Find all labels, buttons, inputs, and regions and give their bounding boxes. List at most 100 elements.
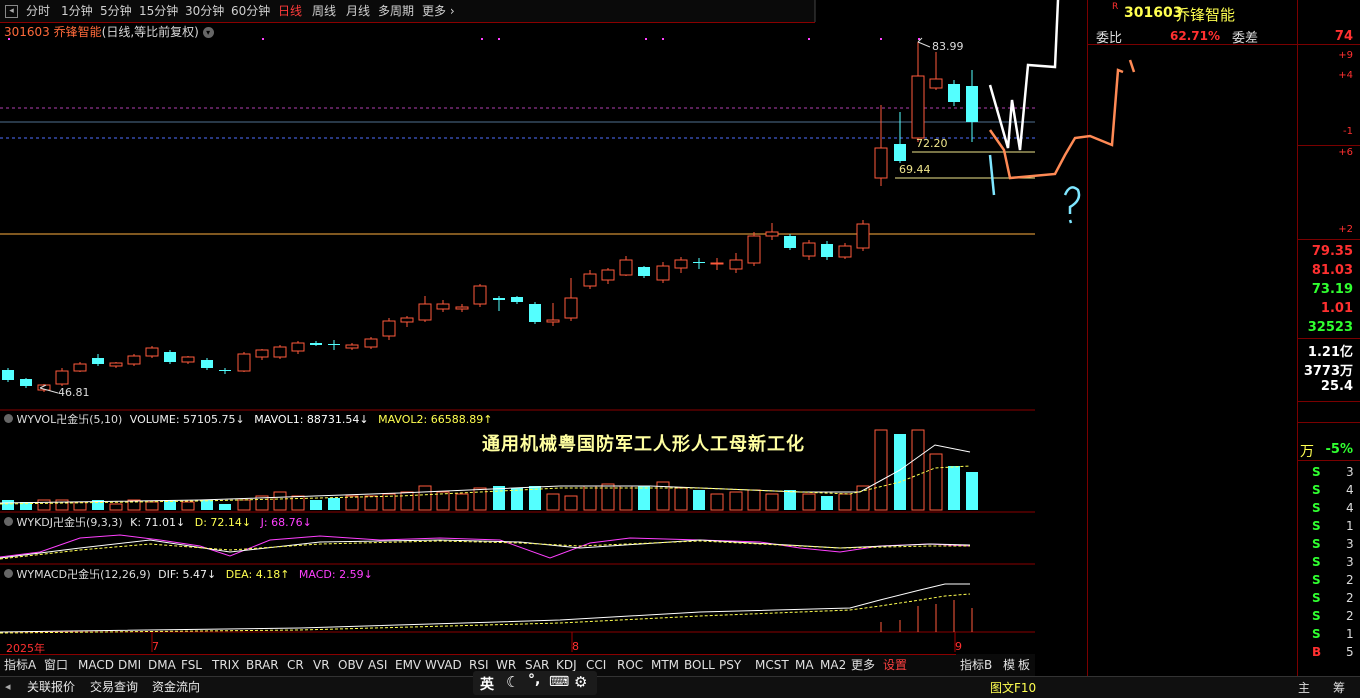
- tab-template-2[interactable]: 板: [1018, 655, 1030, 675]
- indicator-tab-10[interactable]: OBV: [338, 655, 364, 675]
- indicator-tab-21[interactable]: BOLL: [684, 655, 715, 675]
- keyboard-icon[interactable]: ⌨: [549, 674, 569, 690]
- volume-bar: [310, 500, 322, 510]
- fund-flow-button[interactable]: 资金流向: [152, 677, 200, 697]
- kdj-j-line: [0, 534, 971, 559]
- candle-body: [400, 317, 414, 323]
- indicator-tab-20[interactable]: MTM: [651, 655, 679, 675]
- macd-value: MACD: 2.59↓: [298, 568, 373, 581]
- high-price: 81.03: [1311, 263, 1353, 278]
- candle-body: [418, 303, 432, 321]
- volume-bar: [201, 500, 213, 510]
- volume-bar: [55, 499, 69, 511]
- date-month-7: 7: [152, 640, 159, 653]
- indicator-tab-4[interactable]: DMA: [148, 655, 176, 675]
- volume-bar: [145, 501, 159, 511]
- tick-plus2: +2: [1338, 224, 1353, 235]
- indicator-tab-8[interactable]: CR: [287, 655, 304, 675]
- volume-bar: [929, 453, 943, 511]
- mavol2-value: MAVOL2: 66588.89↑: [378, 413, 493, 426]
- dif-value: DIF: 5.47↓: [158, 568, 217, 581]
- volume-bar: [493, 486, 505, 510]
- trade-side: S: [1312, 501, 1321, 515]
- indicator-tab-2[interactable]: MACD: [78, 655, 114, 675]
- volume-bar: [109, 503, 123, 511]
- punctuation-icon[interactable]: °,: [528, 672, 540, 688]
- concept-text: 通用机械粤国防军工人形人工母新工化: [482, 434, 805, 455]
- indicator-tab-26[interactable]: 更多: [851, 655, 875, 675]
- status-arrow-icon[interactable]: ◂: [5, 680, 11, 693]
- k-value: K: 71.01↓: [130, 516, 186, 529]
- indicator-tab-9[interactable]: VR: [313, 655, 330, 675]
- candle-body: [310, 343, 322, 345]
- trade-side: S: [1312, 537, 1321, 551]
- volume-bar: [802, 493, 816, 511]
- chevron-down-icon[interactable]: [4, 414, 13, 423]
- indicator-tab-5[interactable]: FSL: [181, 655, 202, 675]
- volume-value-panel: 32523: [1307, 320, 1353, 335]
- volume-bar: [784, 490, 796, 510]
- candle-body: [529, 304, 541, 322]
- pe-value: 25.4: [1320, 379, 1353, 394]
- trade-qty: 1: [1346, 627, 1354, 641]
- f10-info-button[interactable]: 图文F10: [990, 679, 1036, 696]
- indicator-tab-1[interactable]: 窗口: [44, 655, 68, 675]
- trade-side: S: [1312, 609, 1321, 623]
- moon-icon[interactable]: ☾: [506, 673, 519, 691]
- tick-plus6: +6: [1338, 147, 1353, 158]
- trade-query-button[interactable]: 交易查询: [90, 677, 138, 697]
- candle-body: [73, 363, 87, 372]
- volume-bar: [219, 504, 231, 510]
- indicator-tab-0[interactable]: 指标A: [4, 655, 36, 675]
- linked-quote-button[interactable]: 关联报价: [27, 677, 75, 697]
- trade-qty: 2: [1346, 573, 1354, 587]
- kdj-indicator-header: WYKDJ卍金卐(9,3,3) K: 71.01↓ D: 72.14↓ J: 6…: [4, 514, 312, 530]
- volume-bar: [418, 485, 432, 511]
- indicator-tab-19[interactable]: ROC: [617, 655, 643, 675]
- volume-bar: [511, 488, 523, 510]
- amount-value: 1.21亿: [1307, 345, 1353, 360]
- trade-qty: 4: [1346, 483, 1354, 497]
- indicator-tab-23[interactable]: MCST: [755, 655, 789, 675]
- current-price: 79.35: [1311, 244, 1353, 259]
- volume-bar: [948, 466, 960, 510]
- trade-qty: 5: [1346, 645, 1354, 659]
- gear-icon[interactable]: ⚙: [574, 673, 587, 691]
- volume-bar: [838, 493, 852, 511]
- trade-qty: 4: [1346, 501, 1354, 515]
- chevron-down-icon[interactable]: [4, 517, 13, 526]
- volume-bar: [436, 491, 450, 511]
- indicator-tab-6[interactable]: TRIX: [212, 655, 239, 675]
- tab-indicator-b[interactable]: 指标B: [960, 655, 992, 675]
- chevron-down-icon[interactable]: [4, 569, 13, 578]
- indicator-tab-3[interactable]: DMI: [118, 655, 141, 675]
- change-value: 1.01: [1320, 301, 1353, 316]
- indicator-tab-25[interactable]: MA2: [820, 655, 846, 675]
- volume-bar: [747, 489, 761, 511]
- bottom-tab-main[interactable]: 主: [1298, 679, 1310, 696]
- indicator-tab-7[interactable]: BRAR: [246, 655, 279, 675]
- macd-dea-line: [0, 593, 971, 634]
- candle-body: [255, 349, 269, 358]
- indicator-tab-27[interactable]: 设置: [883, 655, 907, 675]
- bottom-tab-chips[interactable]: 筹: [1333, 679, 1345, 696]
- j-value: J: 68.76↓: [260, 516, 312, 529]
- kdj-k-line: [0, 539, 971, 559]
- candle-body: [291, 342, 305, 352]
- indicator-tab-22[interactable]: PSY: [719, 655, 741, 675]
- indicator-tab-12[interactable]: EMV: [395, 655, 421, 675]
- candle-body: [546, 319, 560, 323]
- volume-value: VOLUME: 57105.75↓: [129, 413, 245, 426]
- candle-body: [109, 362, 123, 367]
- volume-bar: [328, 498, 340, 510]
- candle-body: [364, 338, 378, 348]
- candle-body: [237, 353, 251, 372]
- indicator-tab-24[interactable]: MA: [795, 655, 814, 675]
- pct-value: -5%: [1325, 442, 1353, 457]
- indicator-tab-13[interactable]: WVAD: [425, 655, 462, 675]
- ime-lang-button[interactable]: 英: [480, 674, 494, 694]
- tab-template-1[interactable]: 模: [1003, 655, 1015, 675]
- trade-side: S: [1312, 555, 1321, 569]
- indicator-tab-11[interactable]: ASI: [368, 655, 387, 675]
- trade-side: S: [1312, 627, 1321, 641]
